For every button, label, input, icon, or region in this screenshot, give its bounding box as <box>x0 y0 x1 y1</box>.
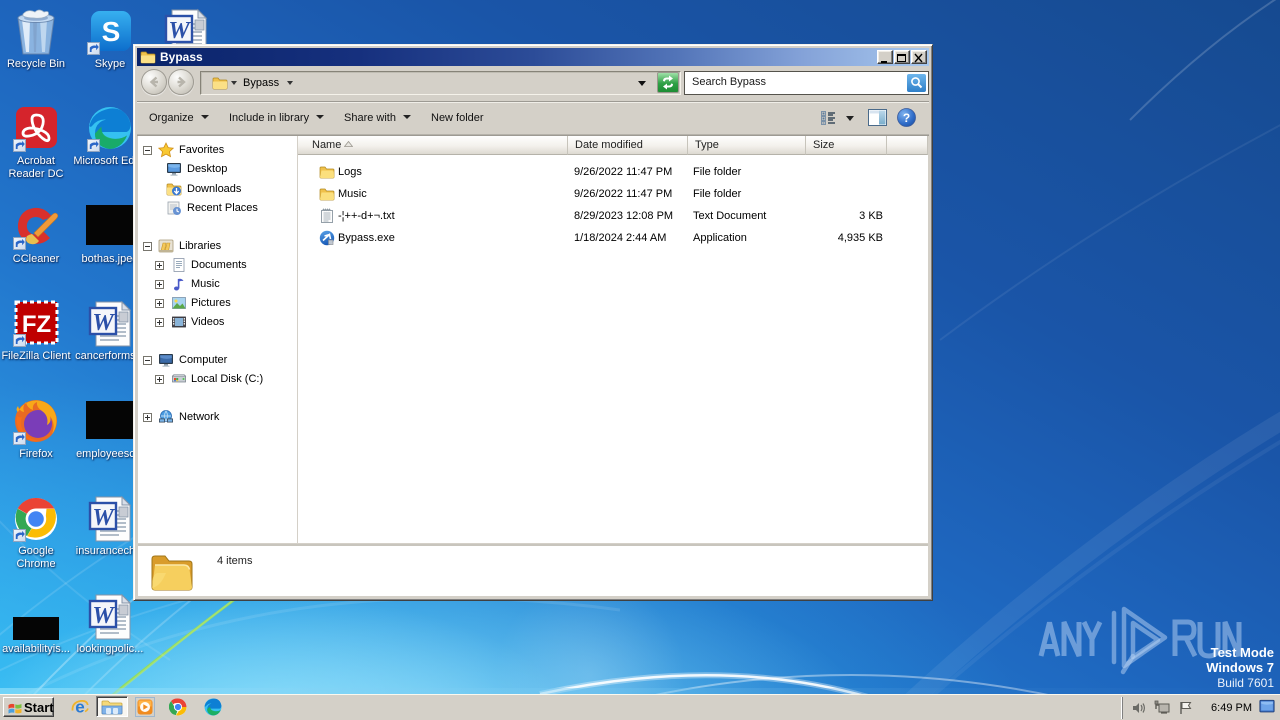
svg-text:W: W <box>92 603 115 629</box>
svg-text:W: W <box>168 18 191 44</box>
svg-text:S: S <box>102 16 121 47</box>
svg-text:?: ? <box>903 111 910 125</box>
svg-text:FZ: FZ <box>22 311 51 338</box>
svg-text:W: W <box>92 505 115 531</box>
svg-text:W: W <box>92 310 115 336</box>
